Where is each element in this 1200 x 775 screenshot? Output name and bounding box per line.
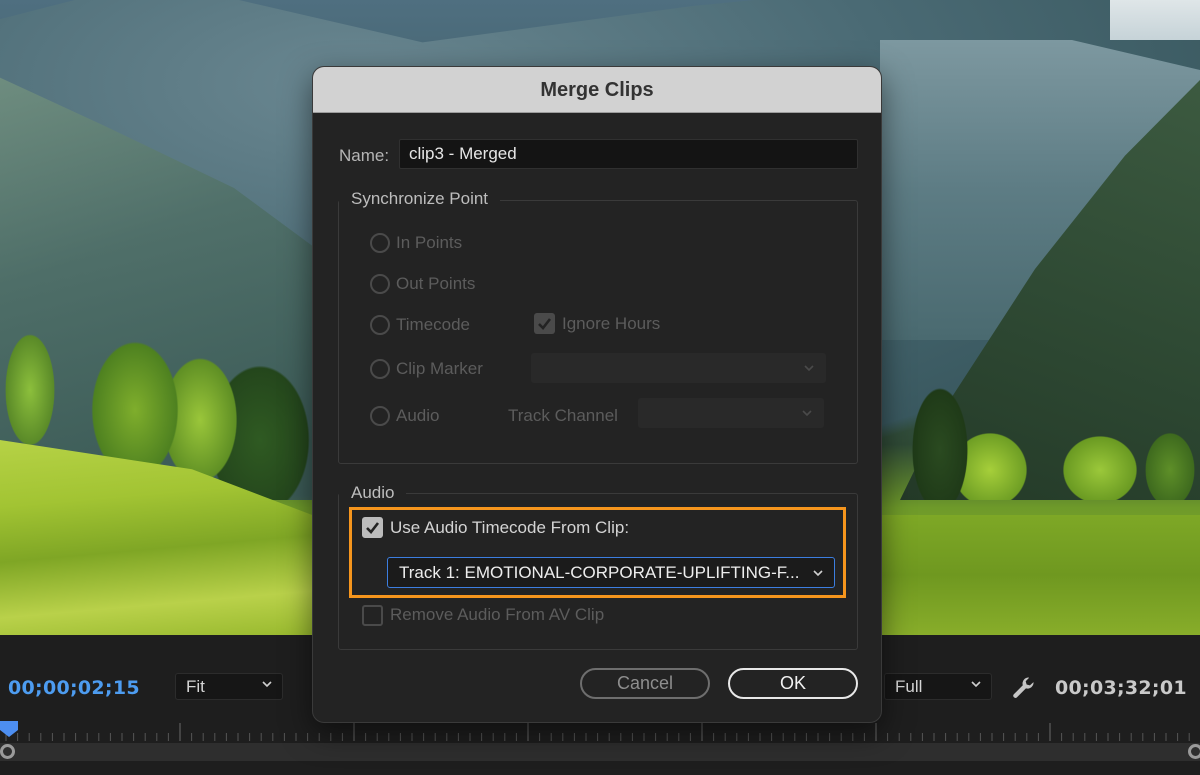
in-points-label: In Points xyxy=(396,233,463,252)
clip-marker-label: Clip Marker xyxy=(396,359,483,378)
playhead-marker[interactable] xyxy=(0,721,18,737)
scrollbar-left-handle[interactable] xyxy=(0,744,15,759)
preview-sky xyxy=(1110,0,1200,40)
merge-clips-dialog: Merge Clips Name: clip3 - Merged Synchro… xyxy=(312,66,882,723)
track-channel-label: Track Channel xyxy=(508,406,618,425)
audio-track-select[interactable]: Track 1: EMOTIONAL-CORPORATE-UPLIFTING-F… xyxy=(387,557,835,588)
out-points-radio[interactable] xyxy=(370,274,390,294)
checkmark-icon xyxy=(366,522,380,534)
in-points-radio[interactable] xyxy=(370,233,390,253)
clip-marker-radio[interactable] xyxy=(370,359,390,379)
track-channel-select[interactable] xyxy=(638,398,824,428)
wrench-icon[interactable] xyxy=(1011,675,1037,701)
duration-timecode: 00;03;32;01 xyxy=(1055,677,1187,699)
chevron-down-icon xyxy=(813,570,823,577)
use-audio-timecode-label: Use Audio Timecode From Clip: xyxy=(390,518,630,537)
dialog-title: Merge Clips xyxy=(313,67,881,113)
playback-resolution-value: Full xyxy=(895,677,923,696)
use-audio-timecode-checkbox[interactable] xyxy=(362,517,383,538)
checkmark-icon xyxy=(538,318,552,330)
audio-group-title: Audio xyxy=(339,483,407,503)
scrollbar-right-handle[interactable] xyxy=(1188,744,1200,759)
clip-marker-select[interactable] xyxy=(531,353,826,383)
out-points-label: Out Points xyxy=(396,274,476,293)
zoom-scrollbar[interactable] xyxy=(0,743,1200,761)
zoom-level-select[interactable]: Fit xyxy=(175,673,283,700)
name-label: Name: xyxy=(339,146,390,165)
ok-button[interactable]: OK xyxy=(728,668,858,699)
synchronize-point-title: Synchronize Point xyxy=(339,189,501,209)
ignore-hours-checkbox[interactable] xyxy=(534,313,555,334)
preview-meadow-right xyxy=(880,515,1200,635)
current-timecode[interactable]: 00;00;02;15 xyxy=(8,677,140,699)
chevron-down-icon xyxy=(971,681,981,688)
timecode-radio[interactable] xyxy=(370,315,390,335)
timecode-label: Timecode xyxy=(396,315,471,334)
audio-sync-label: Audio xyxy=(396,406,440,425)
ignore-hours-label: Ignore Hours xyxy=(562,314,661,333)
zoom-level-value: Fit xyxy=(186,677,205,696)
chevron-down-icon xyxy=(262,681,272,688)
playback-resolution-select[interactable]: Full xyxy=(884,673,992,700)
name-input[interactable]: clip3 - Merged xyxy=(399,139,858,169)
remove-audio-label: Remove Audio From AV Clip xyxy=(390,605,605,624)
audio-sync-radio[interactable] xyxy=(370,406,390,426)
chevron-down-icon xyxy=(804,365,814,372)
chevron-down-icon xyxy=(802,410,812,417)
remove-audio-checkbox[interactable] xyxy=(362,605,383,626)
audio-track-value: Track 1: EMOTIONAL-CORPORATE-UPLIFTING-F… xyxy=(399,563,800,582)
cancel-button[interactable]: Cancel xyxy=(580,668,710,699)
